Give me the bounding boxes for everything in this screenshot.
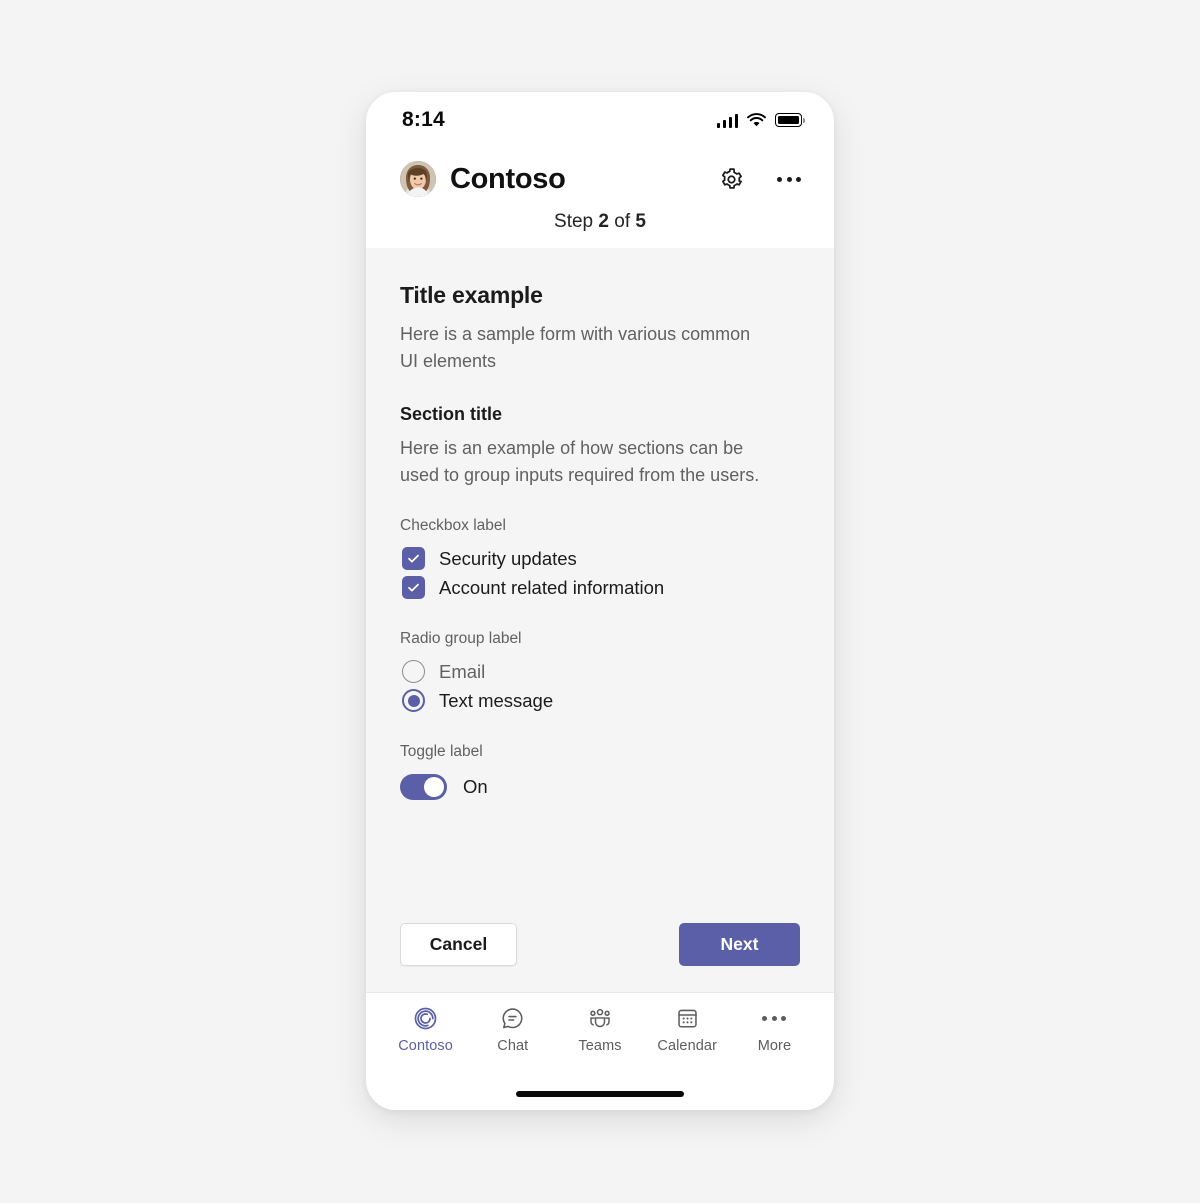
avatar[interactable] <box>400 161 436 197</box>
form-actions: Cancel Next <box>400 923 800 992</box>
app-header: Contoso <box>366 148 834 204</box>
bottom-navigation: Contoso Chat Teams Calendar More <box>366 992 834 1078</box>
nav-item-label: More <box>757 1038 792 1054</box>
radio-option-email[interactable]: Email <box>400 657 800 686</box>
home-indicator[interactable] <box>516 1091 684 1097</box>
form-content: Title example Here is a sample form with… <box>366 248 834 992</box>
calendar-icon <box>675 1005 700 1031</box>
home-indicator-area <box>366 1078 834 1110</box>
nav-item-label: Chat <box>497 1038 529 1054</box>
cellular-signal-icon <box>716 113 738 128</box>
checkbox-group-label: Checkbox label <box>400 517 506 535</box>
ellipsis-icon[interactable] <box>774 164 804 194</box>
phone-mockup: 8:14 Contoso Step 2 of 5 Title example H… <box>366 92 834 1110</box>
content-description: Here is a sample form with various commo… <box>400 324 751 372</box>
toggle-state-text: On <box>463 776 488 798</box>
nav-item-label: Teams <box>578 1038 622 1054</box>
battery-icon <box>775 113 805 127</box>
app-header-actions <box>716 164 804 194</box>
radio-option-label: Email <box>439 660 486 682</box>
status-bar: 8:14 <box>366 92 834 148</box>
status-bar-clock: 8:14 <box>402 108 445 131</box>
radio-group: Radio group label Email Text message <box>400 630 800 715</box>
status-bar-icons <box>716 112 805 128</box>
toggle-knob <box>424 777 444 798</box>
toggle-label: Toggle label <box>400 743 483 761</box>
step-prefix: Step <box>554 211 594 232</box>
content-title: Title example <box>400 282 543 308</box>
toggle-group: Toggle label On <box>400 743 800 801</box>
checkbox-option-account-related-information[interactable]: Account related information <box>400 573 800 602</box>
checkbox-option-label: Security updates <box>439 547 577 569</box>
section-description: Here is an example of how sections can b… <box>400 437 760 486</box>
chat-bubble-icon <box>500 1005 525 1031</box>
nav-item-label: Contoso <box>398 1038 453 1054</box>
screenshot-canvas: 8:14 Contoso Step 2 of 5 Title example H… <box>0 0 1200 1203</box>
nav-item-chat[interactable]: Chat <box>469 1005 556 1054</box>
contoso-spiral-icon <box>413 1005 438 1031</box>
section-title: Section title <box>400 403 503 424</box>
nav-item-calendar[interactable]: Calendar <box>644 1005 731 1054</box>
next-button[interactable]: Next <box>679 923 800 966</box>
step-indicator: Step 2 of 5 <box>366 204 834 248</box>
step-current: 2 <box>598 211 609 232</box>
step-total: 5 <box>635 211 646 232</box>
teams-people-icon <box>587 1005 613 1031</box>
nav-item-teams[interactable]: Teams <box>556 1005 643 1054</box>
toggle-row[interactable]: On <box>400 770 800 801</box>
checkbox-group: Checkbox label Security updates Account … <box>400 517 800 602</box>
wifi-icon <box>747 112 766 128</box>
radio-button-unselected-icon[interactable] <box>402 660 425 684</box>
step-middle: of <box>614 211 631 232</box>
radio-group-label: Radio group label <box>400 630 522 648</box>
checkbox-option-security-updates[interactable]: Security updates <box>400 544 800 573</box>
gear-icon[interactable] <box>716 164 746 194</box>
checkmark-icon[interactable] <box>402 547 425 571</box>
checkmark-icon[interactable] <box>402 576 425 600</box>
radio-option-text-message[interactable]: Text message <box>400 686 800 715</box>
nav-item-label: Calendar <box>657 1038 718 1054</box>
page-title: Contoso <box>450 162 566 195</box>
radio-button-selected-icon[interactable] <box>402 689 425 713</box>
checkbox-option-label: Account related information <box>439 576 665 598</box>
cancel-button[interactable]: Cancel <box>400 923 517 966</box>
toggle-switch[interactable] <box>400 774 447 801</box>
ellipsis-icon <box>762 1005 787 1031</box>
radio-option-label: Text message <box>439 689 554 711</box>
nav-item-more[interactable]: More <box>731 1005 818 1054</box>
nav-item-contoso[interactable]: Contoso <box>382 1005 469 1054</box>
